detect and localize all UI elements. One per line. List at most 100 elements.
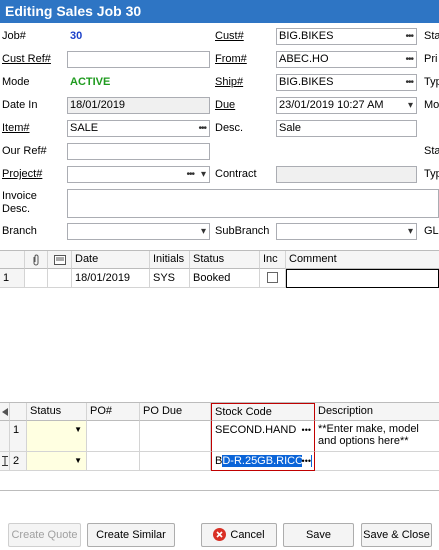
- right-col-label-3: Typ: [424, 76, 439, 88]
- desc-label: Desc.: [215, 122, 244, 134]
- chevron-down-icon[interactable]: ▾: [201, 167, 206, 182]
- due-datetime-picker[interactable]: 23/01/2019 10:27 AM ▾: [276, 97, 417, 114]
- date-in-field: 18/01/2019: [67, 97, 210, 114]
- due-label-text: Due: [215, 99, 236, 111]
- right-col-label-1: Sta: [424, 30, 439, 42]
- comment-cell-input[interactable]: [286, 269, 439, 288]
- mode-label: Mode: [2, 76, 30, 88]
- stock-code-value: SECOND.HAND: [215, 424, 297, 436]
- row-number: 2: [10, 452, 27, 471]
- item-input[interactable]: SALE •••: [67, 120, 210, 137]
- right-col-label-4: Mo: [424, 99, 439, 111]
- chevron-down-icon[interactable]: ▾: [408, 98, 413, 113]
- inc-cell: [260, 269, 286, 288]
- desc-input[interactable]: Sale: [276, 120, 417, 137]
- cancel-x-icon: [213, 528, 227, 541]
- po-cell[interactable]: [87, 452, 140, 471]
- column-header-stock-code[interactable]: Stock Code: [211, 403, 315, 421]
- stock-code-cell[interactable]: SECOND.HAND •••: [211, 421, 315, 452]
- description-cell[interactable]: **Enter make, model and options here**: [315, 421, 439, 452]
- save-button[interactable]: Save: [283, 523, 354, 547]
- chevron-down-icon[interactable]: ▼: [74, 452, 82, 470]
- column-header-comment[interactable]: Comment: [286, 251, 439, 269]
- our-ref-input[interactable]: [67, 143, 210, 160]
- chevron-down-icon[interactable]: ▼: [74, 421, 82, 439]
- branch-select[interactable]: ▾: [67, 223, 210, 240]
- ellipsis-icon[interactable]: •••: [405, 52, 413, 67]
- date-in-label: Date In: [2, 99, 38, 111]
- column-header-description[interactable]: Description: [315, 403, 439, 421]
- row-indicator-header: [0, 251, 25, 269]
- ellipsis-icon[interactable]: •••: [302, 421, 311, 439]
- ship-label: Ship#: [215, 74, 243, 90]
- column-header-status[interactable]: Status: [27, 403, 87, 421]
- row-number-header: [10, 403, 27, 421]
- status-select-cell[interactable]: ▼: [27, 421, 87, 452]
- note-cell: [48, 269, 72, 288]
- stock-items-grid: Status PO# PO Due Stock Code Description…: [0, 402, 439, 490]
- job-label: Job#: [2, 30, 26, 42]
- from-label: From#: [215, 51, 247, 67]
- cust-ref-label: Cust Ref#: [2, 51, 51, 67]
- cust-input[interactable]: BIG.BIKES •••: [276, 28, 417, 45]
- project-input[interactable]: ••• ▾: [67, 166, 210, 183]
- cust-label-text: Cust#: [215, 30, 244, 42]
- subbranch-label: SubBranch: [215, 225, 270, 237]
- initials-cell: SYS: [150, 269, 190, 288]
- ship-input[interactable]: BIG.BIKES •••: [276, 74, 417, 91]
- create-similar-button[interactable]: Create Similar: [87, 523, 175, 547]
- create-quote-button[interactable]: Create Quote: [8, 523, 81, 547]
- subbranch-select[interactable]: ▾: [276, 223, 417, 240]
- ellipsis-icon[interactable]: •••: [186, 167, 194, 182]
- ellipsis-icon[interactable]: •••: [301, 452, 311, 470]
- po-cell[interactable]: [87, 421, 140, 452]
- status-select-cell[interactable]: ▼: [27, 452, 87, 471]
- description-cell[interactable]: [315, 452, 439, 471]
- invoice-desc-label: Invoice Desc.: [2, 190, 37, 215]
- column-header-po-due[interactable]: PO Due: [140, 403, 211, 421]
- cust-ref-input[interactable]: [67, 51, 210, 68]
- chevron-down-icon[interactable]: ▾: [201, 224, 206, 239]
- note-icon[interactable]: [48, 251, 72, 269]
- column-header-inc[interactable]: Inc: [260, 251, 286, 269]
- attachment-cell: [25, 269, 48, 288]
- project-label: Project#: [2, 166, 42, 182]
- window-title: Editing Sales Job 30: [0, 0, 439, 23]
- column-header-status[interactable]: Status: [190, 251, 260, 269]
- cancel-button[interactable]: Cancel: [201, 523, 277, 547]
- status-history-grid: Date Initials Status Inc Comment 1 18/01…: [0, 250, 439, 400]
- column-header-date[interactable]: Date: [72, 251, 150, 269]
- row-number: 1: [10, 421, 27, 452]
- right-col-label-2: Pri: [424, 53, 438, 65]
- footer-divider: [0, 490, 439, 491]
- column-header-po[interactable]: PO#: [87, 403, 140, 421]
- cancel-label: Cancel: [230, 529, 265, 541]
- mode-value: ACTIVE: [70, 76, 111, 88]
- contract-label: Contract: [215, 168, 257, 180]
- contract-field: [276, 166, 417, 183]
- invoice-desc-input[interactable]: [67, 189, 439, 218]
- due-label: Due: [215, 97, 235, 113]
- right-col-label-7: GL: [424, 225, 439, 237]
- job-number-value: 30: [70, 30, 83, 42]
- stock-code-input[interactable]: BD-R.25GB.RICOH •••: [211, 452, 315, 471]
- column-header-initials[interactable]: Initials: [150, 251, 190, 269]
- cust-ref-label-text: Cust Ref#: [2, 53, 51, 65]
- save-close-button[interactable]: Save & Close: [361, 523, 432, 547]
- ship-label-text: Ship#: [215, 76, 244, 88]
- ellipsis-icon[interactable]: •••: [198, 121, 206, 136]
- ellipsis-icon[interactable]: •••: [405, 75, 413, 90]
- ellipsis-icon[interactable]: •••: [405, 29, 413, 44]
- po-due-cell[interactable]: [140, 452, 211, 471]
- from-input[interactable]: ABEC.HO •••: [276, 51, 417, 68]
- ship-value: BIG.BIKES: [279, 76, 334, 88]
- paperclip-icon[interactable]: [25, 251, 48, 269]
- text-cursor-icon: [0, 452, 10, 471]
- chevron-down-icon[interactable]: ▾: [408, 224, 413, 239]
- item-label: Item#: [2, 120, 30, 136]
- right-col-label-6: Typ: [424, 168, 439, 180]
- inc-checkbox[interactable]: [267, 272, 278, 283]
- from-label-text: From#: [215, 53, 247, 65]
- cust-label: Cust#: [215, 28, 244, 44]
- po-due-cell[interactable]: [140, 421, 211, 452]
